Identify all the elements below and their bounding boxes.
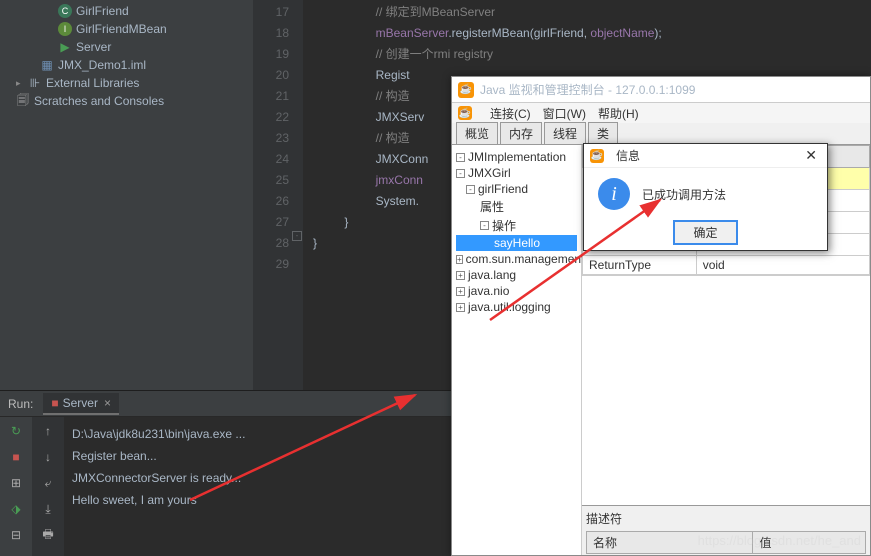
menu-connect[interactable]: 连接(C) <box>490 105 531 122</box>
ok-button[interactable]: 确定 <box>673 220 737 245</box>
mbean-node[interactable]: -girlFriend <box>456 181 577 197</box>
run-toolbar-console: ↑ ↓ ⤶ ⤓ 🖶 <box>32 417 64 556</box>
watermark: https://blog.csdn.net/he_and <box>698 533 861 548</box>
mbean-node[interactable]: -JMXGirl <box>456 165 577 181</box>
more-button[interactable]: ⊟ <box>6 525 26 545</box>
tree-item-external-libraries[interactable]: ▸ ⊪ External Libraries <box>0 74 253 92</box>
window-title: Java 监视和管理控制台 - 127.0.0.1:1099 <box>480 81 695 98</box>
java-icon: ☕ <box>458 106 472 120</box>
expand-icon: ▸ <box>16 78 26 89</box>
down-button[interactable]: ↓ <box>38 447 58 467</box>
info-dialog: ☕ 信息 ✕ i 已成功调用方法 确定 <box>583 143 828 251</box>
class-icon: C <box>58 4 72 18</box>
tab-overview[interactable]: 概览 <box>456 122 498 144</box>
jconsole-menubar: ☕ 连接(C) 窗口(W) 帮助(H) <box>452 103 870 123</box>
mbean-node[interactable]: +java.lang <box>456 267 577 283</box>
tree-item-server[interactable]: ▶ Server <box>0 38 253 56</box>
mbean-node[interactable]: +java.nio <box>456 283 577 299</box>
jconsole-tabs: 概览 内存 线程 类 <box>452 123 870 145</box>
tree-label: External Libraries <box>46 76 139 90</box>
descriptor-label: 描述符 <box>586 510 866 527</box>
up-button[interactable]: ↑ <box>38 421 58 441</box>
run-status-icon: ■ <box>51 396 58 410</box>
project-tree: C GirlFriend I GirlFriendMBean ▶ Server … <box>0 0 253 390</box>
close-icon[interactable]: ✕ <box>801 147 821 164</box>
run-tab-server[interactable]: ■ Server × <box>43 393 119 415</box>
file-icon: ▦ <box>40 58 54 72</box>
folder-icon: 🗐 <box>16 94 30 108</box>
tree-item-iml[interactable]: ▦ JMX_Demo1.iml <box>0 56 253 74</box>
library-icon: ⊪ <box>28 76 42 90</box>
tab-memory[interactable]: 内存 <box>500 122 542 144</box>
interface-icon: I <box>58 22 72 36</box>
tree-item-girlfriend[interactable]: C GirlFriend <box>0 2 253 20</box>
mbean-node-attributes[interactable]: 属性 <box>456 197 577 216</box>
run-tab-label: Server <box>63 396 98 410</box>
tab-threads[interactable]: 线程 <box>544 122 586 144</box>
close-icon[interactable]: × <box>104 396 111 410</box>
tree-label: GirlFriend <box>76 4 129 18</box>
mbean-node[interactable]: +java.util.logging <box>456 299 577 315</box>
jconsole-titlebar[interactable]: ☕ Java 监视和管理控制台 - 127.0.0.1:1099 <box>452 77 870 103</box>
mbean-node-operations[interactable]: -操作 <box>456 216 577 235</box>
table-row: ReturnTypevoid <box>583 256 870 275</box>
tab-classes[interactable]: 类 <box>588 122 618 144</box>
dialog-titlebar[interactable]: ☕ 信息 ✕ <box>584 144 827 168</box>
debug-button[interactable]: ⬗ <box>6 499 26 519</box>
gutter: 17 18 19 20 21 22 23 24 25 26 27 28 29 <box>253 0 303 390</box>
java-icon: ☕ <box>458 82 474 98</box>
print-button[interactable]: 🖶 <box>38 525 58 545</box>
info-icon: i <box>598 178 630 210</box>
tree-label: GirlFriendMBean <box>76 22 167 36</box>
wrap-button[interactable]: ⤶ <box>38 473 58 493</box>
mbean-operation-sayhello[interactable]: sayHello <box>456 235 577 251</box>
tree-item-scratches[interactable]: 🗐 Scratches and Consoles <box>0 92 253 110</box>
tree-item-girlfriendmbean[interactable]: I GirlFriendMBean <box>0 20 253 38</box>
java-icon: ☕ <box>590 149 604 163</box>
stop-button[interactable]: ■ <box>6 447 26 467</box>
tree-label: Scratches and Consoles <box>34 94 164 108</box>
mbean-node[interactable]: +com.sun.management <box>456 251 577 267</box>
layout-button[interactable]: ⊞ <box>6 473 26 493</box>
run-label: Run: <box>8 397 33 411</box>
rerun-button[interactable]: ↻ <box>6 421 26 441</box>
mbean-node[interactable]: -JMImplementation <box>456 149 577 165</box>
tree-label: Server <box>76 40 111 54</box>
dialog-title: 信息 <box>616 147 640 164</box>
dialog-message: 已成功调用方法 <box>642 186 726 203</box>
fold-marker-icon[interactable]: - <box>292 231 302 241</box>
mbean-tree: -JMImplementation -JMXGirl -girlFriend 属… <box>452 145 582 555</box>
menu-help[interactable]: 帮助(H) <box>598 105 639 122</box>
scroll-button[interactable]: ⤓ <box>38 499 58 519</box>
tree-label: JMX_Demo1.iml <box>58 58 146 72</box>
menu-window[interactable]: 窗口(W) <box>543 105 586 122</box>
run-toolbar-left: ↻ ■ ⊞ ⬗ ⊟ <box>0 417 32 556</box>
run-class-icon: ▶ <box>58 40 72 54</box>
